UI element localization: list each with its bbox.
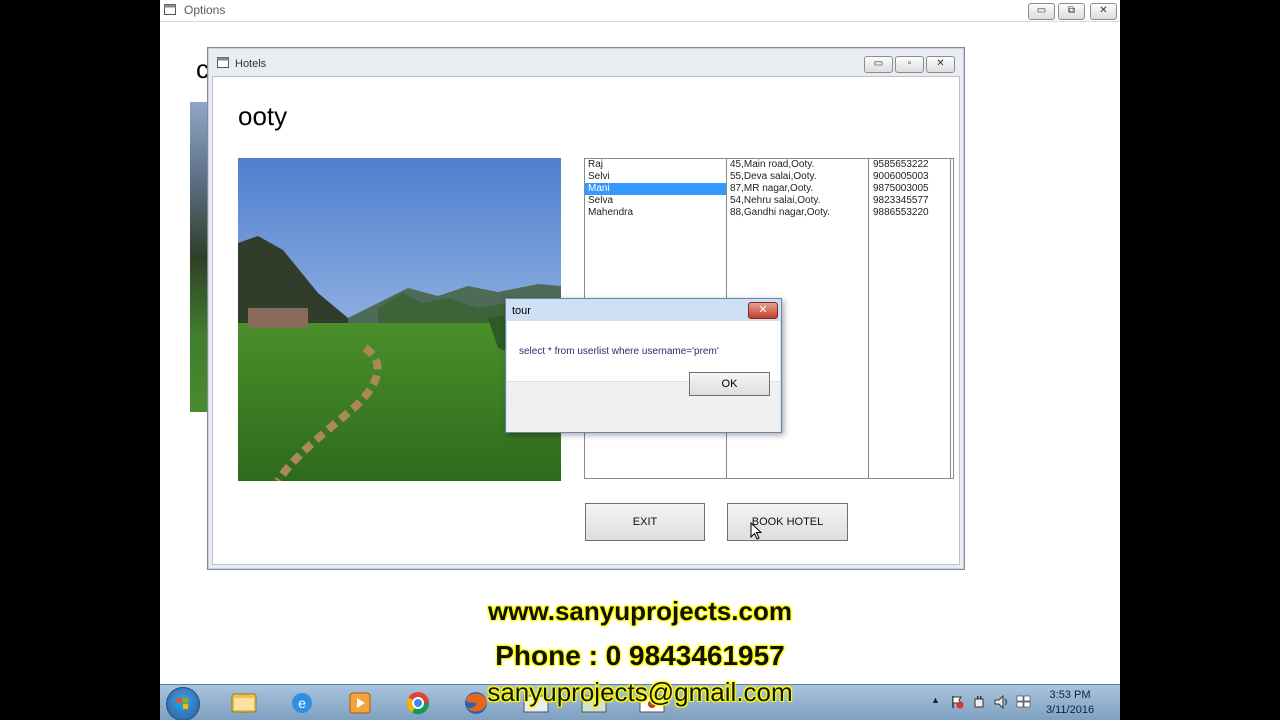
ok-button[interactable]: OK bbox=[689, 372, 770, 396]
window-icon bbox=[217, 57, 229, 68]
list-item[interactable]: 5 bbox=[952, 171, 953, 183]
dialog-message: select * from userlist where username='p… bbox=[519, 346, 719, 357]
list-item[interactable]: 7 bbox=[952, 159, 953, 171]
list-item[interactable]: 88,Gandhi nagar,Ooty. bbox=[727, 207, 868, 219]
book-hotel-button[interactable]: BOOK HOTEL bbox=[727, 503, 848, 541]
list-item[interactable]: 9875003005 bbox=[870, 183, 950, 195]
city-title: ooty bbox=[238, 101, 288, 131]
minimize-button[interactable]: ▭ bbox=[864, 56, 893, 73]
list-item[interactable]: 9006005003 bbox=[870, 171, 950, 183]
hotel-extra-column: 7 5 9 6 5 bbox=[952, 159, 953, 478]
list-item[interactable]: 5 bbox=[952, 207, 953, 219]
list-item[interactable]: Mahendra bbox=[585, 207, 726, 219]
list-item[interactable]: 45,Main road,Ooty. bbox=[727, 159, 868, 171]
options-window-title: Options bbox=[184, 3, 226, 17]
window-icon bbox=[164, 4, 176, 15]
list-item[interactable]: 55,Deva salai,Ooty. bbox=[727, 171, 868, 183]
dialog-close-button[interactable]: ✕ bbox=[748, 302, 778, 319]
dialog-title: tour bbox=[512, 305, 531, 317]
restore-button[interactable]: ⧉ bbox=[1058, 3, 1085, 20]
exit-button[interactable]: EXIT bbox=[585, 503, 705, 541]
watermark-phone: Phone : 0 9843461957 bbox=[495, 640, 785, 671]
list-item[interactable]: 87,MR nagar,Ooty. bbox=[727, 183, 868, 195]
close-button[interactable]: ✕ bbox=[1090, 3, 1117, 20]
maximize-button[interactable]: ▫ bbox=[895, 56, 924, 73]
list-item[interactable]: Selvi bbox=[585, 171, 726, 183]
mouse-cursor-icon bbox=[750, 522, 762, 540]
list-item[interactable]: 9886553220 bbox=[870, 207, 950, 219]
close-button[interactable]: ✕ bbox=[926, 56, 955, 73]
hotel-phone-column: 9585653222 9006005003 9875003005 9823345… bbox=[870, 159, 951, 478]
watermark-email: sanyuprojects@gmail.com bbox=[487, 677, 793, 707]
list-item[interactable]: 9585653222 bbox=[870, 159, 950, 171]
list-item-selected[interactable]: Mani bbox=[585, 183, 726, 195]
list-item[interactable]: Selva bbox=[585, 195, 726, 207]
hotels-window-title: Hotels bbox=[235, 58, 267, 70]
desktop: Options ▭ ⧉ ✕ c Hotels ▭ ▫ ✕ ooty Raj Se… bbox=[160, 0, 1120, 720]
list-item[interactable]: 54,Nehru salai,Ooty. bbox=[727, 195, 868, 207]
tour-message-dialog: tour ✕ select * from userlist where user… bbox=[505, 298, 782, 433]
list-item[interactable]: 6 bbox=[952, 195, 953, 207]
options-titlebar[interactable]: Options ▭ ⧉ ✕ bbox=[160, 0, 1120, 22]
minimize-button[interactable]: ▭ bbox=[1028, 3, 1055, 20]
watermark-website: www.sanyuprojects.com bbox=[488, 596, 792, 626]
list-item[interactable]: 9823345577 bbox=[870, 195, 950, 207]
list-item[interactable]: 9 bbox=[952, 183, 953, 195]
list-item[interactable]: Raj bbox=[585, 159, 726, 171]
